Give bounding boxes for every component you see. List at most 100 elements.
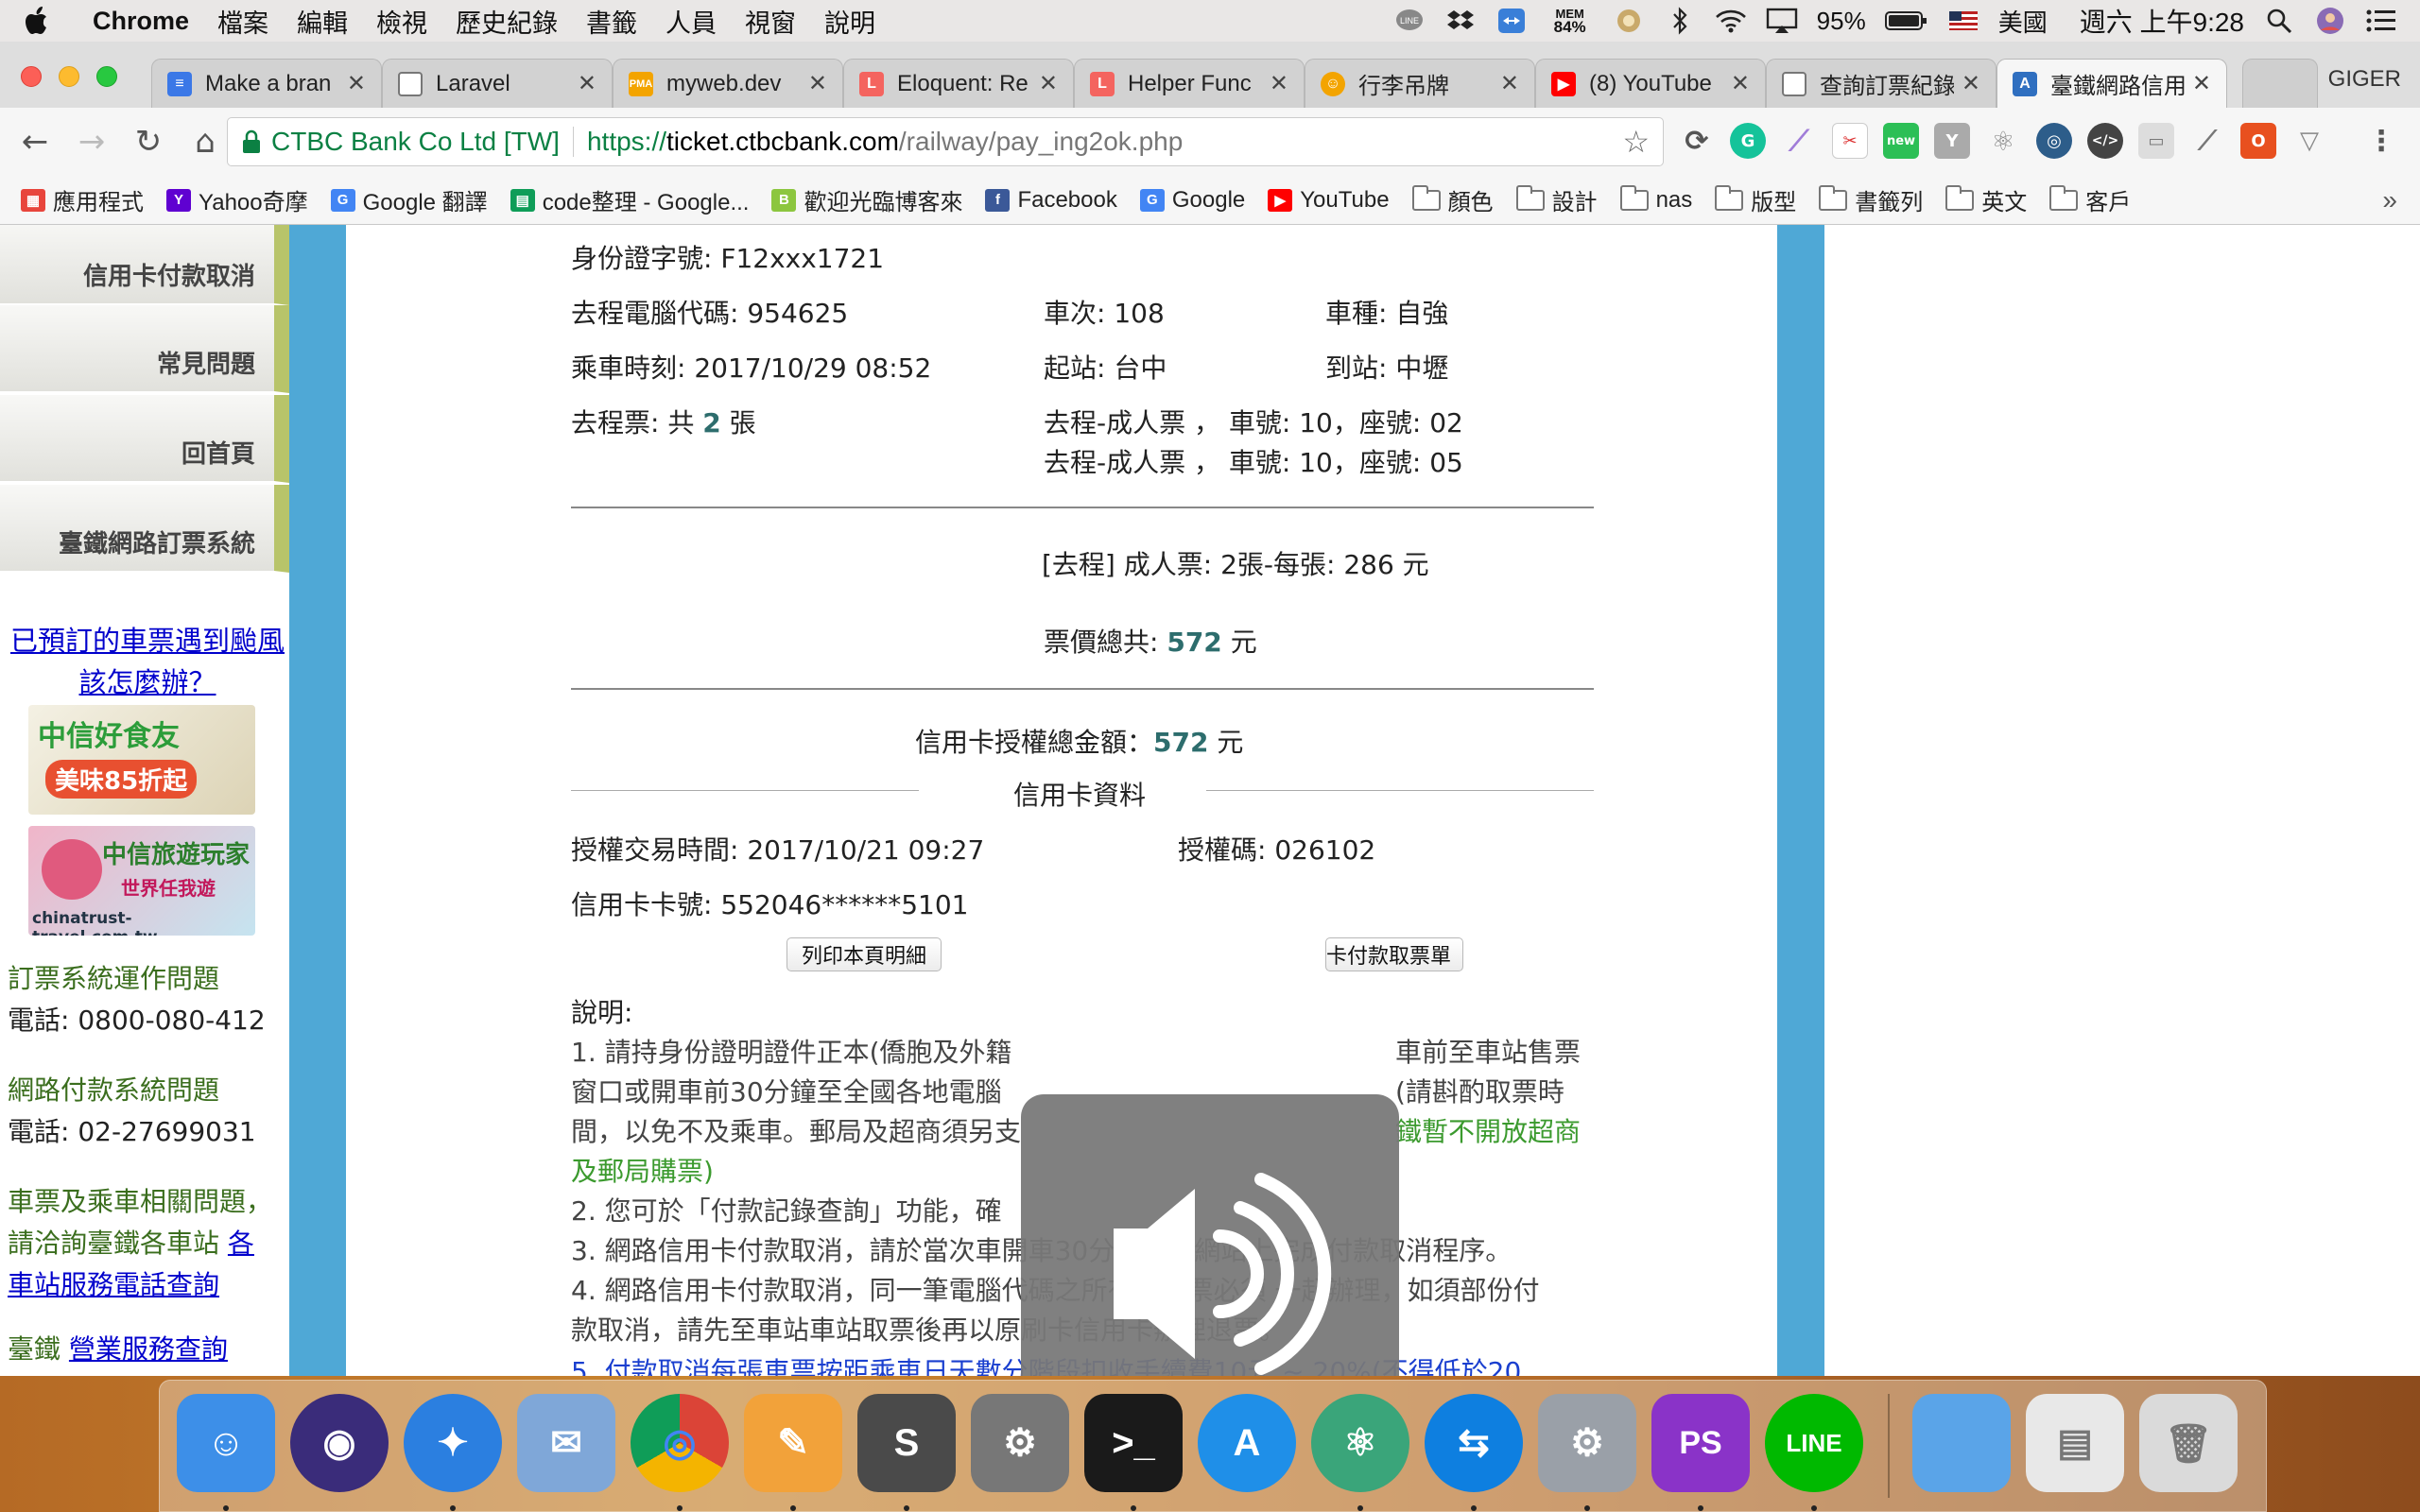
window-extension-icon[interactable]: ▭ <box>2138 123 2174 159</box>
station-phone-link[interactable]: 車站服務電話查詢 <box>8 1269 219 1300</box>
menu-window[interactable]: 視窗 <box>745 3 796 40</box>
bookmark-books[interactable]: B 歡迎光臨博客來 <box>771 183 962 216</box>
memory-icon[interactable]: MEM 84% <box>1547 7 1594 36</box>
line-icon[interactable]: LINE <box>1765 1394 1863 1492</box>
app-store-icon[interactable]: A <box>1198 1394 1296 1492</box>
finder-icon[interactable]: ☺ <box>177 1394 275 1492</box>
bookmark-facebook[interactable]: f Facebook <box>985 187 1117 214</box>
bookmark-folder-10[interactable]: nas <box>1619 184 1692 214</box>
print-details-button[interactable]: 列印本頁明細 <box>786 937 942 971</box>
grammarly-icon[interactable]: G <box>1730 123 1766 159</box>
food-promo-banner[interactable]: 中信好食友 美味85折起 <box>28 705 255 815</box>
pages-icon[interactable]: ✎ <box>744 1394 842 1492</box>
airplay-icon[interactable] <box>1766 7 1798 35</box>
sublime-icon[interactable]: S <box>857 1394 956 1492</box>
travel-promo-banner[interactable]: 中信旅遊玩家 世界任我遊 chinatrust-travel.com.tw <box>28 826 255 936</box>
sidebar-item-card-cancel[interactable]: 信用卡付款取消 <box>0 225 289 305</box>
wifi-icon[interactable] <box>1715 7 1747 35</box>
forward-arrow-icon[interactable]: → <box>70 120 113 163</box>
profile-name[interactable]: GIGER <box>2328 66 2401 93</box>
terminal-icon[interactable]: >_ <box>1084 1394 1183 1492</box>
apple-icon[interactable] <box>23 5 53 37</box>
chrome-menu-icon[interactable]: ⋮ <box>2363 123 2399 159</box>
close-tab-icon[interactable]: ✕ <box>1270 70 1288 97</box>
back-arrow-icon[interactable]: ← <box>13 120 57 163</box>
clock[interactable]: 週六 上午9:28 <box>2080 2 2244 40</box>
tab-booking-records[interactable]: 查詢訂票紀錄 ✕ <box>1766 59 1996 108</box>
menu-people[interactable]: 人員 <box>666 3 717 40</box>
atom-icon[interactable]: ⚛ <box>1311 1394 1409 1492</box>
menu-view[interactable]: 檢視 <box>376 3 427 40</box>
user-avatar-icon[interactable] <box>2314 7 2346 35</box>
menu-history[interactable]: 歷史紀錄 <box>456 3 558 40</box>
eyedropper-extension-icon[interactable]: ⟋ <box>2189 123 2225 159</box>
input-source-label[interactable]: 美國 <box>1998 4 2048 39</box>
new-badge-extension-icon[interactable]: new <box>1883 123 1919 159</box>
menu-edit[interactable]: 編輯 <box>297 3 348 40</box>
close-tab-icon[interactable]: ✕ <box>1731 70 1750 97</box>
code-extension-icon[interactable]: </> <box>2087 123 2123 159</box>
line-status-icon[interactable]: LINE <box>1393 7 1426 35</box>
tra-service-link[interactable]: 營業服務查詢 <box>69 1333 228 1365</box>
bookmark-star-icon[interactable]: ☆ <box>1622 124 1650 160</box>
tab-luggage-tag[interactable]: ☺ 行李吊牌 ✕ <box>1305 59 1535 108</box>
circle-extension-icon[interactable]: ◎ <box>2036 123 2072 159</box>
menu-file[interactable]: 檔案 <box>217 3 268 40</box>
close-tab-icon[interactable]: ✕ <box>808 70 827 97</box>
close-tab-icon[interactable]: ✕ <box>1962 70 1980 97</box>
bookmark-folder-9[interactable]: 設計 <box>1515 183 1598 216</box>
pen-extension-icon[interactable]: ⟋ <box>1781 123 1817 159</box>
sidebar-item-home[interactable]: 回首頁 <box>0 395 289 483</box>
system-prefs-icon[interactable]: ⚙ <box>971 1394 1069 1492</box>
bookmark-google[interactable]: G Google <box>1139 187 1245 214</box>
bookmark-sheets[interactable]: ▤ code整理 - Google... <box>510 183 749 216</box>
phpstorm-icon[interactable]: PS <box>1651 1394 1750 1492</box>
office-extension-icon[interactable]: O <box>2240 123 2276 159</box>
secure-lock[interactable]: CTBC Bank Co Ltd [TW] <box>241 127 560 157</box>
gear-icon[interactable]: ⚙ <box>1538 1394 1636 1492</box>
siri-icon[interactable]: ◉ <box>290 1394 389 1492</box>
sidebar-item-tra-booking[interactable]: 臺鐵網路訂票系統 <box>0 485 289 573</box>
dropbox-icon[interactable] <box>1444 7 1477 35</box>
react-extension-icon[interactable]: ⚛ <box>1985 123 2021 159</box>
app-name-menu[interactable]: Chrome <box>93 7 189 36</box>
menu-help[interactable]: 說明 <box>824 3 875 40</box>
vue-extension-icon[interactable]: ▽ <box>2291 123 2327 159</box>
minimize-window-button[interactable] <box>59 66 79 87</box>
station-phone-link-a[interactable]: 各 <box>228 1228 254 1259</box>
battery-icon[interactable] <box>1884 7 1928 35</box>
address-bar[interactable]: CTBC Bank Co Ltd [TW] https://ticket.ctb… <box>227 117 1664 166</box>
trash-icon[interactable]: 🗑 <box>2139 1394 2238 1492</box>
reload-icon[interactable]: ↻ <box>127 120 170 163</box>
tab-railway-credit[interactable]: A 臺鐵網路信用 ✕ <box>1996 59 2227 108</box>
bookmark-folder-11[interactable]: 版型 <box>1715 183 1796 216</box>
bookmark-translate[interactable]: G Google 翻譯 <box>330 183 488 216</box>
close-tab-icon[interactable]: ✕ <box>1500 70 1519 97</box>
bookmark-apps[interactable]: ▦ 應用程式 <box>21 183 144 216</box>
close-tab-icon[interactable]: ✕ <box>347 70 366 97</box>
close-window-button[interactable] <box>21 66 42 87</box>
tab-helper-functions[interactable]: L Helper Func ✕ <box>1074 59 1305 108</box>
teamviewer-status-icon[interactable] <box>1495 7 1528 35</box>
mail-icon[interactable]: ✉ <box>517 1394 615 1492</box>
typhoon-link[interactable]: 已預訂的車票遇到颱風該怎麼辦？ <box>8 620 287 703</box>
tab-eloquent[interactable]: L Eloquent: Re ✕ <box>843 59 1074 108</box>
chrome-icon[interactable]: ◎ <box>631 1394 729 1492</box>
scissors-extension-icon[interactable]: ✂ <box>1832 123 1868 159</box>
teamviewer-icon[interactable]: ⇆ <box>1425 1394 1523 1492</box>
new-tab-button[interactable] <box>2242 59 2318 108</box>
bookmark-youtube[interactable]: ▶ YouTube <box>1268 187 1390 214</box>
bookmark-yahoo[interactable]: Y Yahoo奇摩 <box>166 183 308 216</box>
bookmark-folder-12[interactable]: 書籤列 <box>1819 183 1923 216</box>
close-tab-icon[interactable]: ✕ <box>578 70 596 97</box>
print-pickup-slip-button[interactable]: 卡付款取票單 <box>1325 937 1463 971</box>
bluetooth-icon[interactable] <box>1664 7 1696 35</box>
folder-icon[interactable] <box>1912 1394 2011 1492</box>
safari-icon[interactable]: ✦ <box>404 1394 502 1492</box>
spotlight-search-icon[interactable] <box>2263 7 2295 35</box>
tab-laravel[interactable]: Laravel ✕ <box>382 59 613 108</box>
bookmarks-overflow-icon[interactable]: » <box>2382 185 2397 215</box>
tab-myweb[interactable]: PMA myweb.dev ✕ <box>613 59 843 108</box>
tab-make-a-brand[interactable]: ≡ Make a bran ✕ <box>151 59 382 108</box>
bookmark-folder-8[interactable]: 顏色 <box>1411 183 1494 216</box>
